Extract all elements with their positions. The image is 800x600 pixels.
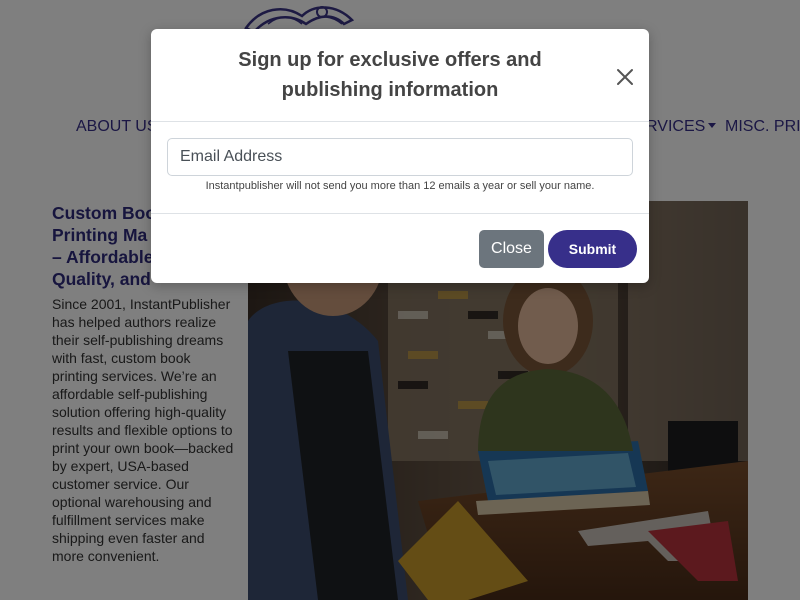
email-helper-text: Instantpublisher will not send you more … [205, 180, 595, 192]
signup-modal: Sign up for exclusive offers and publish… [151, 29, 649, 283]
modal-footer: Close Submit [151, 213, 649, 283]
modal-header: Sign up for exclusive offers and publish… [151, 29, 649, 122]
modal-body: Instantpublisher will not send you more … [151, 122, 649, 213]
modal-title: Sign up for exclusive offers and publish… [238, 49, 542, 101]
close-icon[interactable] [613, 65, 637, 89]
close-button[interactable]: Close [479, 230, 544, 268]
email-field[interactable] [167, 138, 633, 176]
submit-button[interactable]: Submit [548, 230, 637, 268]
